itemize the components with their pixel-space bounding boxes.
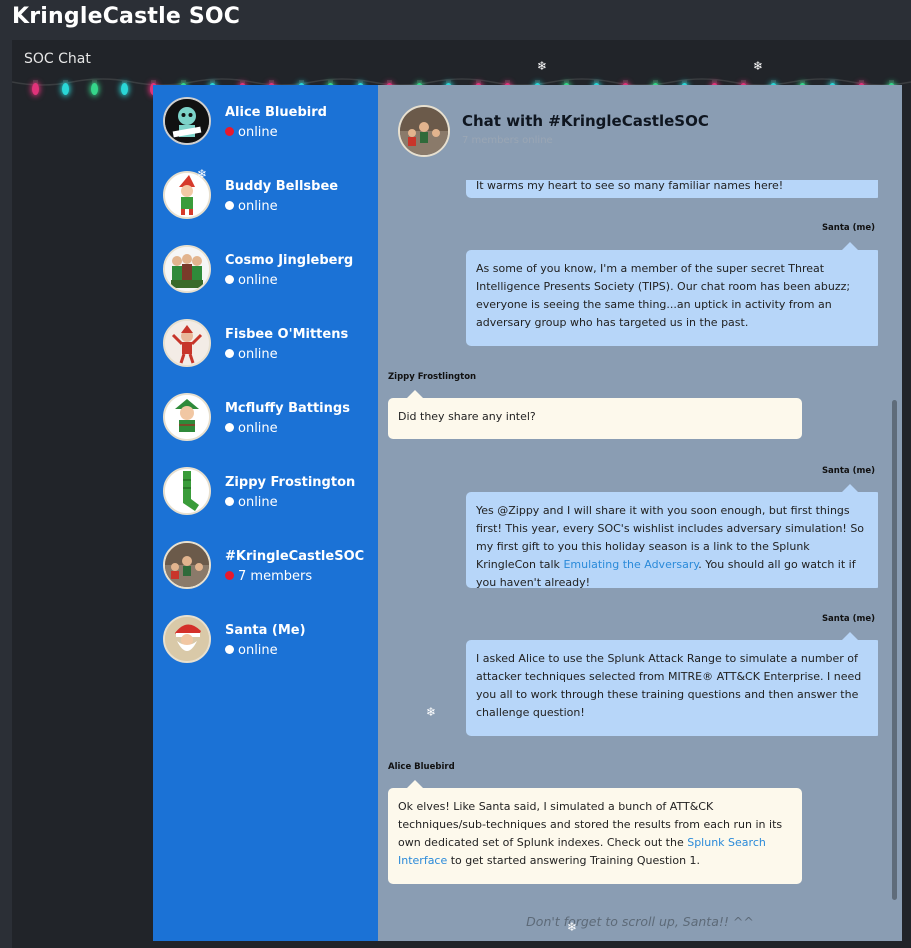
status-text: 7 members bbox=[238, 569, 313, 584]
contact-name: Santa (Me) bbox=[225, 623, 306, 638]
snowflake-icon: ❄ bbox=[537, 59, 548, 73]
status-text: online bbox=[238, 643, 278, 658]
contact-buddy-bellsbee[interactable]: Buddy Bellsbee online bbox=[163, 171, 373, 227]
contact-status: online bbox=[225, 421, 278, 436]
message-text: to get started answering Training Questi… bbox=[447, 854, 701, 867]
contact-status: online bbox=[225, 495, 278, 510]
contact-name: Cosmo Jingleberg bbox=[225, 253, 354, 268]
panel-title: SOC Chat bbox=[24, 51, 91, 67]
group-avatar bbox=[398, 105, 450, 157]
status-dot bbox=[225, 201, 234, 210]
message-sender: Zippy Frostlington bbox=[388, 372, 477, 382]
status-text: online bbox=[238, 199, 278, 214]
contact-status: online bbox=[225, 199, 278, 214]
snowflake-icon: ❄ bbox=[567, 920, 578, 934]
status-dot bbox=[225, 349, 234, 358]
light-bulb bbox=[61, 83, 69, 95]
contact-status: online bbox=[225, 347, 278, 362]
contact-zippy-frostington[interactable]: Zippy Frostington online bbox=[163, 467, 373, 523]
contact-name: Mcfluffy Battings bbox=[225, 401, 350, 416]
contact-status: online bbox=[225, 273, 278, 288]
chat-app: Alice Bluebird online Buddy Bellsbee onl… bbox=[153, 85, 902, 941]
contact-name: Fisbee O'Mittens bbox=[225, 327, 349, 342]
contact-name: Buddy Bellsbee bbox=[225, 179, 339, 194]
status-text: online bbox=[238, 273, 278, 288]
light-bulb bbox=[32, 83, 39, 95]
status-dot bbox=[225, 645, 234, 654]
message-bubble: It warms my heart to see so many familia… bbox=[466, 180, 878, 198]
status-dot bbox=[225, 127, 234, 136]
avatar bbox=[163, 393, 211, 441]
contact-status: online bbox=[225, 643, 278, 658]
contact-santa-me[interactable]: Santa (Me) online bbox=[163, 615, 373, 671]
status-text: online bbox=[238, 347, 278, 362]
message-bubble: Did they share any intel? bbox=[388, 398, 802, 439]
messages-scrollbar[interactable] bbox=[890, 180, 898, 900]
contact-name: #KringleCastleSOC bbox=[225, 549, 365, 564]
chat-title: Chat with #KringleCastleSOC bbox=[462, 112, 709, 130]
light-bulb bbox=[120, 83, 128, 95]
snowflake-icon: ❄ bbox=[426, 705, 437, 719]
message-sender: Santa (me) bbox=[821, 614, 875, 624]
chat-subtitle: 7 members online bbox=[462, 135, 553, 146]
avatar bbox=[163, 467, 211, 515]
soc-chat-panel: SOC Chat Alice Bluebird online Buddy Bel… bbox=[12, 40, 911, 948]
message-text: It warms my heart to see so many familia… bbox=[476, 180, 784, 192]
message-sender: Santa (me) bbox=[821, 223, 875, 233]
message-text: Did they share any intel? bbox=[398, 410, 536, 423]
status-dot bbox=[225, 275, 234, 284]
contact-status: online bbox=[225, 125, 278, 140]
scroll-hint: Don't forget to scroll up, Santa!! ^^ bbox=[526, 914, 754, 929]
contacts-sidebar: Alice Bluebird online Buddy Bellsbee onl… bbox=[153, 85, 378, 941]
status-text: online bbox=[238, 421, 278, 436]
message-sender: Alice Bluebird bbox=[388, 762, 455, 772]
contact-fisbee-omittens[interactable]: Fisbee O'Mittens online bbox=[163, 319, 373, 375]
message-text: As some of you know, I'm a member of the… bbox=[476, 262, 851, 329]
avatar bbox=[163, 97, 211, 145]
scrollbar-thumb[interactable] bbox=[892, 400, 897, 900]
contact-cosmo-jingleberg[interactable]: Cosmo Jingleberg online bbox=[163, 245, 373, 301]
avatar bbox=[163, 245, 211, 293]
contact-kringlecastlesoc[interactable]: #KringleCastleSOC 7 members bbox=[163, 541, 373, 597]
message-list[interactable]: It warms my heart to see so many familia… bbox=[378, 180, 878, 900]
message-bubble: I asked Alice to use the Splunk Attack R… bbox=[466, 640, 878, 736]
contact-name: Alice Bluebird bbox=[225, 105, 327, 120]
avatar bbox=[163, 541, 211, 589]
status-text: online bbox=[238, 495, 278, 510]
snowflake-icon: ❄ bbox=[197, 167, 208, 181]
app-title: KringleCastle SOC bbox=[12, 4, 241, 29]
light-bulb bbox=[91, 83, 98, 95]
message-bubble: Yes @Zippy and I will share it with you … bbox=[466, 492, 878, 589]
message-sender: Santa (me) bbox=[821, 466, 875, 476]
avatar bbox=[163, 615, 211, 663]
status-text: online bbox=[238, 125, 278, 140]
status-dot bbox=[225, 571, 234, 580]
avatar bbox=[163, 319, 211, 367]
contact-alice-bluebird[interactable]: Alice Bluebird online bbox=[163, 97, 373, 153]
contact-status: 7 members bbox=[225, 569, 312, 584]
chat-main: Chat with #KringleCastleSOC 7 members on… bbox=[378, 85, 902, 941]
message-bubble: Ok elves! Like Santa said, I simulated a… bbox=[388, 788, 802, 884]
snowflake-icon: ❄ bbox=[753, 59, 764, 73]
message-text: I asked Alice to use the Splunk Attack R… bbox=[476, 652, 862, 719]
emulating-the-adversary-link[interactable]: Emulating the Adversary bbox=[563, 558, 698, 571]
message-bubble: As some of you know, I'm a member of the… bbox=[466, 250, 878, 346]
status-dot bbox=[225, 423, 234, 432]
contact-name: Zippy Frostington bbox=[225, 475, 356, 490]
status-dot bbox=[225, 497, 234, 506]
contact-mcfluffy-battings[interactable]: Mcfluffy Battings online bbox=[163, 393, 373, 449]
